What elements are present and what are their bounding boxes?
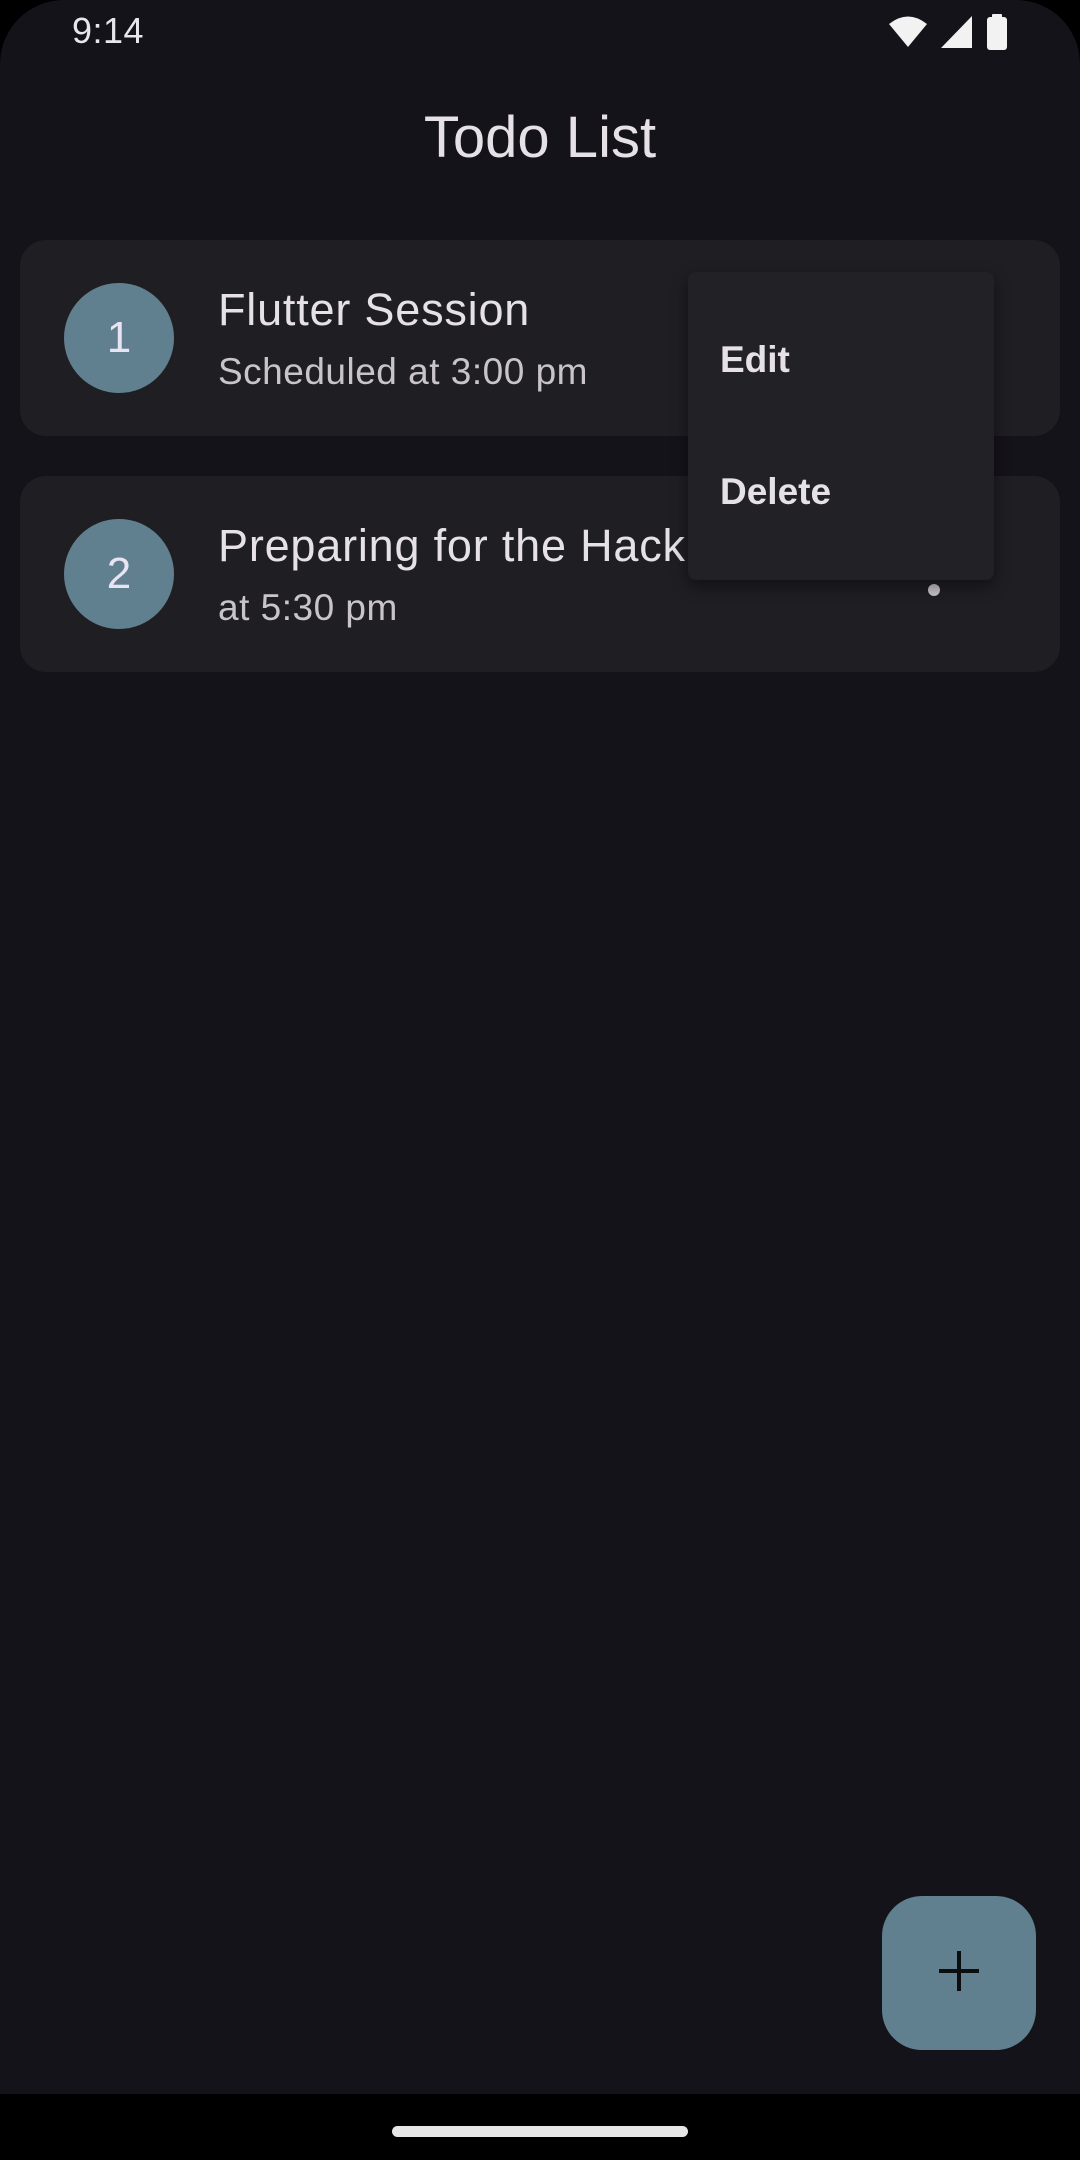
battery-icon xyxy=(986,14,1008,50)
home-indicator[interactable] xyxy=(392,2126,688,2137)
todo-number-avatar: 2 xyxy=(64,519,174,629)
page-title: Todo List xyxy=(423,105,657,170)
todo-number-avatar: 1 xyxy=(64,283,174,393)
more-options-icon[interactable] xyxy=(928,584,940,596)
delete-menu-item[interactable]: Delete xyxy=(688,426,994,558)
edit-menu-item[interactable]: Edit xyxy=(688,294,994,426)
plus-icon xyxy=(937,1949,981,1998)
todo-subtitle: Scheduled at 3:00 pm xyxy=(218,351,588,392)
todo-title: Flutter Session xyxy=(218,284,531,335)
cell-signal-icon xyxy=(940,15,974,49)
status-time: 9:14 xyxy=(72,10,145,51)
add-todo-button[interactable] xyxy=(882,1896,1036,2050)
wifi-icon xyxy=(888,15,928,49)
todo-subtitle: at 5:30 pm xyxy=(218,587,398,628)
app-screen: 9:14 Todo List 1 Flutter Session Schedul… xyxy=(0,0,1080,2160)
todo-title: Preparing for the Hack xyxy=(218,520,686,571)
popup-menu: Edit Delete xyxy=(688,272,994,580)
status-icons xyxy=(888,14,1008,50)
status-bar: 9:14 xyxy=(0,0,1080,64)
navigation-bar xyxy=(0,2094,1080,2160)
